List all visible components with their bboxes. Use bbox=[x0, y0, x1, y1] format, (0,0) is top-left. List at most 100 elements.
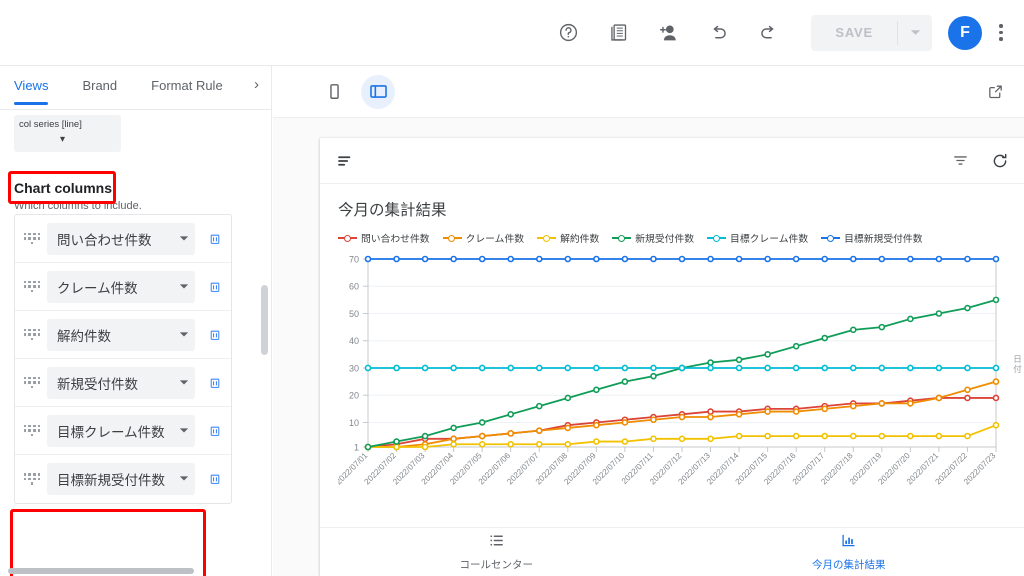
data-point[interactable] bbox=[764, 364, 771, 372]
data-point[interactable] bbox=[421, 443, 429, 451]
data-point[interactable] bbox=[564, 440, 572, 448]
delete-column-button-0[interactable] bbox=[199, 232, 231, 246]
legend-item-2[interactable]: 解約件数 bbox=[537, 231, 599, 245]
drag-handle-icon[interactable] bbox=[21, 232, 43, 245]
column-select-3[interactable]: 新規受付件数 bbox=[47, 366, 195, 399]
data-point[interactable] bbox=[507, 430, 515, 437]
data-point[interactable] bbox=[935, 394, 943, 402]
data-point[interactable] bbox=[849, 432, 857, 440]
col-series-chip[interactable]: col series [line] ▾ bbox=[14, 115, 121, 152]
panel-vertical-scrollbar[interactable] bbox=[261, 285, 268, 355]
data-point[interactable] bbox=[907, 364, 914, 372]
data-point[interactable] bbox=[507, 440, 515, 448]
data-point[interactable] bbox=[364, 364, 372, 372]
data-point[interactable] bbox=[792, 255, 800, 263]
data-point[interactable] bbox=[621, 255, 629, 263]
data-point[interactable] bbox=[593, 386, 600, 394]
tab-format-rule[interactable]: Format Rule bbox=[151, 66, 223, 93]
data-point[interactable] bbox=[650, 372, 657, 380]
data-point[interactable] bbox=[849, 326, 857, 334]
data-point[interactable] bbox=[964, 394, 971, 402]
data-point[interactable] bbox=[564, 364, 572, 372]
data-point[interactable] bbox=[878, 364, 886, 372]
data-point[interactable] bbox=[707, 408, 714, 415]
data-point[interactable] bbox=[450, 255, 457, 263]
data-point[interactable] bbox=[735, 356, 743, 364]
chevron-down-icon[interactable] bbox=[179, 422, 189, 440]
list-item[interactable]: 目標クレーム件数 bbox=[15, 407, 231, 455]
list-item[interactable]: 解約件数 bbox=[15, 311, 231, 359]
more-options-kebab-icon[interactable] bbox=[988, 13, 1014, 53]
data-point[interactable] bbox=[707, 435, 714, 443]
data-point[interactable] bbox=[764, 408, 771, 415]
column-select-5[interactable]: 目標新規受付件数 bbox=[47, 463, 195, 495]
tab-views[interactable]: Views bbox=[14, 66, 49, 105]
help-icon[interactable] bbox=[548, 13, 588, 53]
data-point[interactable] bbox=[992, 378, 1000, 385]
data-point[interactable] bbox=[792, 364, 800, 372]
data-point[interactable] bbox=[450, 364, 457, 372]
data-point[interactable] bbox=[678, 435, 686, 443]
data-point[interactable] bbox=[907, 400, 914, 407]
data-point[interactable] bbox=[935, 255, 943, 263]
data-point[interactable] bbox=[821, 255, 829, 263]
data-point[interactable] bbox=[564, 255, 572, 263]
data-point[interactable] bbox=[678, 413, 686, 421]
panel-horizontal-scrollbar[interactable] bbox=[8, 568, 194, 574]
drag-handle-icon[interactable] bbox=[21, 473, 43, 485]
data-point[interactable] bbox=[593, 421, 600, 429]
data-point[interactable] bbox=[935, 364, 943, 372]
data-point[interactable] bbox=[535, 427, 543, 434]
data-point[interactable] bbox=[650, 364, 657, 372]
list-item[interactable]: クレーム件数 bbox=[15, 263, 231, 311]
data-point[interactable] bbox=[507, 364, 515, 372]
data-point[interactable] bbox=[792, 432, 800, 440]
delete-column-button-3[interactable] bbox=[199, 376, 231, 390]
data-point[interactable] bbox=[621, 378, 629, 385]
data-point[interactable] bbox=[593, 438, 600, 445]
data-point[interactable] bbox=[878, 323, 886, 331]
data-point[interactable] bbox=[735, 364, 743, 372]
data-point[interactable] bbox=[707, 255, 714, 263]
drag-handle-icon[interactable] bbox=[21, 424, 43, 437]
save-button[interactable]: SAVE bbox=[811, 15, 897, 51]
data-point[interactable] bbox=[707, 364, 714, 372]
bottom-nav-item-call-center[interactable]: コールセンター bbox=[320, 528, 673, 576]
chevron-down-icon[interactable] bbox=[179, 326, 189, 344]
column-select-1[interactable]: クレーム件数 bbox=[47, 270, 195, 303]
list-item[interactable]: 新規受付件数 bbox=[15, 359, 231, 407]
data-point[interactable] bbox=[535, 255, 543, 263]
column-select-2[interactable]: 解約件数 bbox=[47, 318, 195, 351]
data-point[interactable] bbox=[849, 364, 857, 372]
data-point[interactable] bbox=[849, 255, 857, 263]
data-point[interactable] bbox=[735, 255, 743, 263]
data-point[interactable] bbox=[878, 400, 886, 407]
avatar[interactable]: F bbox=[948, 15, 982, 50]
data-point[interactable] bbox=[621, 419, 629, 426]
data-point[interactable] bbox=[450, 440, 457, 448]
data-point[interactable] bbox=[535, 364, 543, 372]
legend-item-1[interactable]: クレーム件数 bbox=[442, 231, 524, 245]
drag-handle-icon[interactable] bbox=[21, 376, 43, 389]
data-point[interactable] bbox=[450, 435, 457, 443]
data-point[interactable] bbox=[393, 364, 400, 372]
data-point[interactable] bbox=[878, 255, 886, 263]
data-point[interactable] bbox=[535, 402, 543, 410]
filter-icon[interactable] bbox=[952, 152, 969, 170]
tabs-next-chevron-right-icon[interactable]: › bbox=[254, 76, 259, 93]
list-item[interactable]: 問い合わせ件数 bbox=[15, 215, 231, 263]
column-select-4[interactable]: 目標クレーム件数 bbox=[47, 414, 195, 447]
data-point[interactable] bbox=[421, 255, 429, 263]
data-point[interactable] bbox=[393, 443, 400, 451]
data-point[interactable] bbox=[450, 424, 457, 432]
data-point[interactable] bbox=[621, 364, 629, 372]
delete-column-button-4[interactable] bbox=[199, 424, 231, 438]
legend-item-0[interactable]: 問い合わせ件数 bbox=[338, 231, 430, 245]
data-point[interactable] bbox=[792, 408, 800, 415]
data-point[interactable] bbox=[935, 310, 943, 317]
save-dropdown-chevron-down-icon[interactable] bbox=[898, 15, 932, 51]
data-point[interactable] bbox=[992, 421, 1000, 429]
phone-icon[interactable] bbox=[317, 75, 351, 109]
data-point[interactable] bbox=[992, 296, 1000, 304]
data-point[interactable] bbox=[564, 424, 572, 432]
